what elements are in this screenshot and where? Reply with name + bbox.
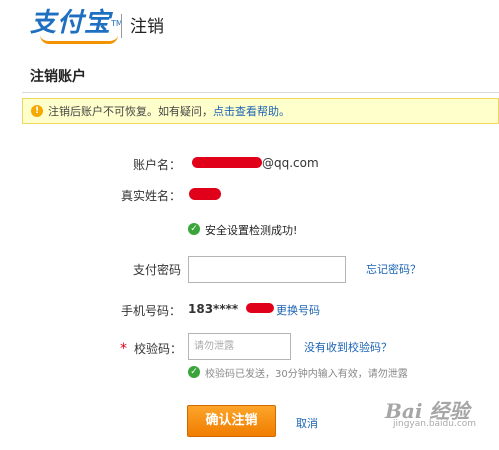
realname-label: 真实姓名：: [121, 189, 182, 203]
account-value: @qq.com: [262, 156, 319, 170]
warning-icon: !: [31, 105, 43, 117]
check-icon: ✓: [188, 366, 200, 378]
account-label: 账户名：: [133, 158, 182, 172]
verification-code-input[interactable]: [188, 333, 291, 360]
security-check-message: 安全设置检测成功!: [205, 224, 298, 237]
alipay-logo[interactable]: 支付宝 TM: [30, 7, 123, 44]
page-title: 注销账户: [30, 69, 86, 85]
phone-redaction: [246, 303, 274, 313]
verification-code-label: 校验码：: [134, 342, 183, 356]
notice-text: 注销后账户不可恢复。如有疑问，: [48, 105, 213, 118]
forgot-password-link[interactable]: 忘记密码？: [366, 261, 421, 277]
watermark-url: jingyan.baidu.com: [393, 419, 477, 429]
title-divider: [22, 92, 499, 93]
realname-redaction: [189, 188, 221, 200]
header-divider: [121, 14, 122, 38]
pay-password-input[interactable]: [188, 256, 346, 283]
no-code-received-link[interactable]: 没有收到校验码？: [304, 339, 392, 355]
phone-label: 手机号码：: [121, 304, 182, 318]
phone-value: 183****: [188, 302, 239, 316]
pay-password-label: 支付密码: [133, 263, 182, 277]
logo-text: 支付宝: [30, 8, 112, 37]
check-icon: ✓: [188, 223, 200, 235]
watermark: Bai 经验 jingyan.baidu.com: [385, 395, 493, 435]
help-link[interactable]: 点击查看帮助。: [213, 103, 290, 119]
account-redaction: [192, 157, 262, 168]
top-header: 支付宝 TM 注销: [0, 0, 499, 48]
cancel-link[interactable]: 取消: [296, 415, 318, 431]
code-sent-message: 校验码已发送，30分钟内输入有效，请勿泄露: [205, 369, 408, 380]
required-marker: *: [120, 341, 127, 357]
change-phone-link[interactable]: 更换号码: [276, 302, 320, 318]
logo-swoosh-icon: [40, 35, 118, 44]
warning-notice: ! 注销后账户不可恢复。如有疑问， 点击查看帮助。: [22, 98, 499, 124]
confirm-cancel-account-button[interactable]: 确认注销: [187, 405, 276, 437]
header-title: 注销: [130, 17, 164, 37]
